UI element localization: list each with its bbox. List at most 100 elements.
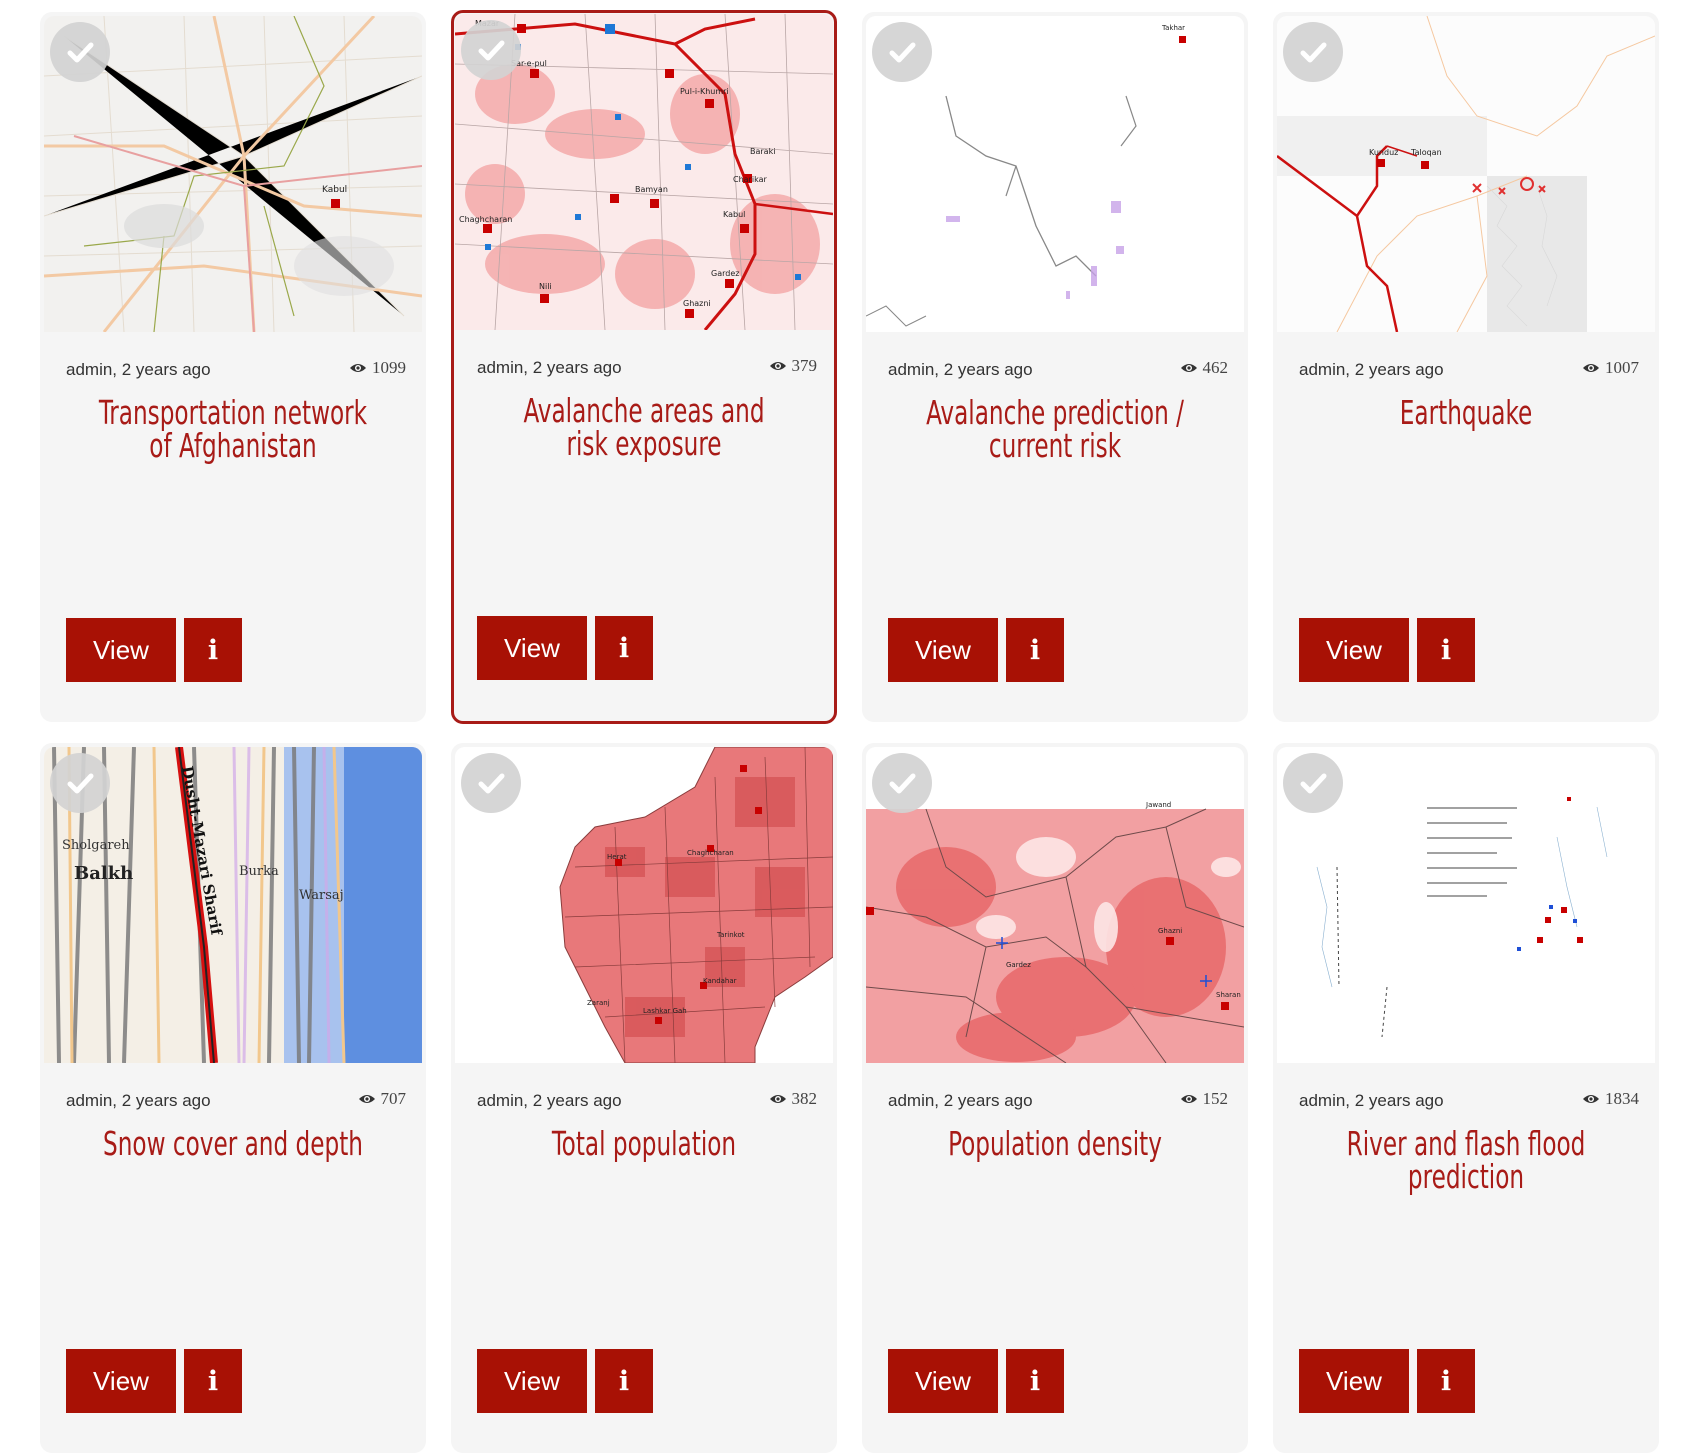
eye-icon bbox=[1180, 1095, 1197, 1103]
card-meta: admin, 2 years ago 707 bbox=[66, 1089, 406, 1113]
view-count: 1834 bbox=[1582, 1089, 1639, 1109]
card-title[interactable]: Snow cover and depth bbox=[92, 1127, 374, 1160]
svg-text:Kunduz: Kunduz bbox=[1369, 148, 1398, 157]
card-title[interactable]: Avalanche areas and risk exposure bbox=[503, 394, 785, 460]
author-date: admin, 2 years ago bbox=[1299, 1091, 1444, 1110]
select-check-icon[interactable] bbox=[461, 753, 521, 813]
view-button[interactable]: View bbox=[1299, 618, 1409, 682]
svg-text:Sholgareh: Sholgareh bbox=[62, 838, 130, 853]
map-thumbnail[interactable]: Ghazni Gardez Sharan Jawand bbox=[866, 747, 1244, 1063]
info-button[interactable]: i bbox=[184, 1349, 242, 1413]
card-title[interactable]: Transportation network of Afghanistan bbox=[92, 396, 374, 462]
author-date: admin, 2 years ago bbox=[477, 358, 622, 377]
map-card: Ghazni Gardez Sharan Jawand admin, 2 yea… bbox=[862, 743, 1248, 1453]
view-count: 1099 bbox=[349, 358, 406, 378]
view-count: 707 bbox=[358, 1089, 406, 1109]
map-thumbnail[interactable]: Kabul bbox=[44, 16, 422, 332]
card-title[interactable]: Avalanche prediction / current risk bbox=[914, 396, 1196, 462]
svg-text:Bamyan: Bamyan bbox=[635, 185, 668, 194]
info-button[interactable]: i bbox=[184, 618, 242, 682]
map-thumbnail[interactable]: Takhar bbox=[866, 16, 1244, 332]
svg-text:Ghazni: Ghazni bbox=[1158, 927, 1182, 935]
eye-icon bbox=[1180, 364, 1197, 372]
select-check-icon[interactable] bbox=[461, 20, 521, 80]
view-button[interactable]: View bbox=[477, 616, 587, 680]
svg-text:Charikar: Charikar bbox=[733, 175, 767, 184]
view-count: 1007 bbox=[1582, 358, 1639, 378]
eye-icon bbox=[769, 362, 786, 370]
card-title[interactable]: Earthquake bbox=[1325, 396, 1607, 429]
card-title[interactable]: River and flash flood prediction bbox=[1325, 1127, 1607, 1193]
svg-text:Gardez: Gardez bbox=[711, 269, 739, 278]
view-count: 379 bbox=[769, 356, 817, 376]
select-check-icon[interactable] bbox=[872, 753, 932, 813]
map-card-grid: Kabul admin, 2 years ago 1099 Transporta… bbox=[0, 0, 1693, 1453]
svg-text:Kabul: Kabul bbox=[322, 185, 347, 195]
author-date: admin, 2 years ago bbox=[888, 360, 1033, 379]
view-button[interactable]: View bbox=[66, 1349, 176, 1413]
card-meta: admin, 2 years ago 1099 bbox=[66, 358, 406, 382]
svg-text:Gardez: Gardez bbox=[1006, 961, 1031, 969]
info-button[interactable]: i bbox=[1417, 1349, 1475, 1413]
map-card: Chaghcharan Herat Kandahar Zaranj Tarink… bbox=[451, 743, 837, 1453]
view-count: 462 bbox=[1180, 358, 1228, 378]
view-button[interactable]: View bbox=[1299, 1349, 1409, 1413]
svg-text:Nili: Nili bbox=[539, 282, 552, 291]
map-thumbnail[interactable] bbox=[1277, 747, 1655, 1063]
view-button[interactable]: View bbox=[66, 618, 176, 682]
card-meta: admin, 2 years ago 1007 bbox=[1299, 358, 1639, 382]
map-card: Takhar admin, 2 years ago 462 Avalanche … bbox=[862, 12, 1248, 722]
view-count: 152 bbox=[1180, 1089, 1228, 1109]
author-date: admin, 2 years ago bbox=[66, 1091, 211, 1110]
info-button[interactable]: i bbox=[595, 616, 653, 680]
card-meta: admin, 2 years ago 152 bbox=[888, 1089, 1228, 1113]
info-button[interactable]: i bbox=[595, 1349, 653, 1413]
eye-icon bbox=[358, 1095, 375, 1103]
eye-icon bbox=[350, 364, 366, 372]
author-date: admin, 2 years ago bbox=[888, 1091, 1033, 1110]
svg-text:Ghazni: Ghazni bbox=[683, 299, 711, 308]
author-date: admin, 2 years ago bbox=[1299, 360, 1444, 379]
map-card-selected: Chaghcharan Bamyan Kabul Pul-i-Khumri Sa… bbox=[451, 10, 837, 724]
card-title[interactable]: Total population bbox=[503, 1127, 785, 1160]
view-button[interactable]: View bbox=[477, 1349, 587, 1413]
eye-icon bbox=[769, 1095, 786, 1103]
view-button[interactable]: View bbox=[888, 1349, 998, 1413]
svg-text:Taloqan: Taloqan bbox=[1410, 148, 1442, 157]
card-meta: admin, 2 years ago 382 bbox=[477, 1089, 817, 1113]
svg-text:Pul-i-Khumri: Pul-i-Khumri bbox=[680, 87, 729, 96]
svg-text:Takhar: Takhar bbox=[1161, 24, 1185, 32]
info-button[interactable]: i bbox=[1006, 1349, 1064, 1413]
eye-icon bbox=[1583, 1095, 1599, 1103]
svg-text:Zaranj: Zaranj bbox=[587, 999, 610, 1007]
svg-text:Kabul: Kabul bbox=[723, 210, 745, 219]
map-thumbnail[interactable]: Chaghcharan Herat Kandahar Zaranj Tarink… bbox=[455, 747, 833, 1063]
select-check-icon[interactable] bbox=[872, 22, 932, 82]
map-card: Sholgareh Balkh Burka Warsaj Dusht-Mazar… bbox=[40, 743, 426, 1453]
info-button[interactable]: i bbox=[1006, 618, 1064, 682]
map-thumbnail[interactable]: Kunduz Taloqan bbox=[1277, 16, 1655, 332]
card-title[interactable]: Population density bbox=[914, 1127, 1196, 1160]
eye-icon bbox=[1583, 364, 1599, 372]
map-thumbnail[interactable]: Sholgareh Balkh Burka Warsaj Dusht-Mazar… bbox=[44, 747, 422, 1063]
info-button[interactable]: i bbox=[1417, 618, 1475, 682]
svg-text:Baraki: Baraki bbox=[750, 147, 775, 156]
view-button[interactable]: View bbox=[888, 618, 998, 682]
svg-text:Herat: Herat bbox=[607, 853, 627, 861]
map-thumbnail[interactable]: Chaghcharan Bamyan Kabul Pul-i-Khumri Sa… bbox=[455, 14, 833, 330]
card-meta: admin, 2 years ago 1834 bbox=[1299, 1089, 1639, 1113]
svg-text:Kandahar: Kandahar bbox=[703, 977, 737, 985]
map-card: Kunduz Taloqan admin, 2 years ago 1007 E… bbox=[1273, 12, 1659, 722]
card-meta: admin, 2 years ago 462 bbox=[888, 358, 1228, 382]
svg-text:Chaghcharan: Chaghcharan bbox=[459, 215, 512, 224]
svg-text:Lashkar Gah: Lashkar Gah bbox=[643, 1007, 687, 1015]
select-check-icon[interactable] bbox=[1283, 753, 1343, 813]
select-check-icon[interactable] bbox=[50, 753, 110, 813]
select-check-icon[interactable] bbox=[50, 22, 110, 82]
svg-text:Sharan: Sharan bbox=[1216, 991, 1241, 999]
card-meta: admin, 2 years ago 379 bbox=[477, 356, 817, 380]
view-count: 382 bbox=[769, 1089, 817, 1109]
svg-text:Burka: Burka bbox=[239, 864, 279, 879]
author-date: admin, 2 years ago bbox=[477, 1091, 622, 1110]
select-check-icon[interactable] bbox=[1283, 22, 1343, 82]
